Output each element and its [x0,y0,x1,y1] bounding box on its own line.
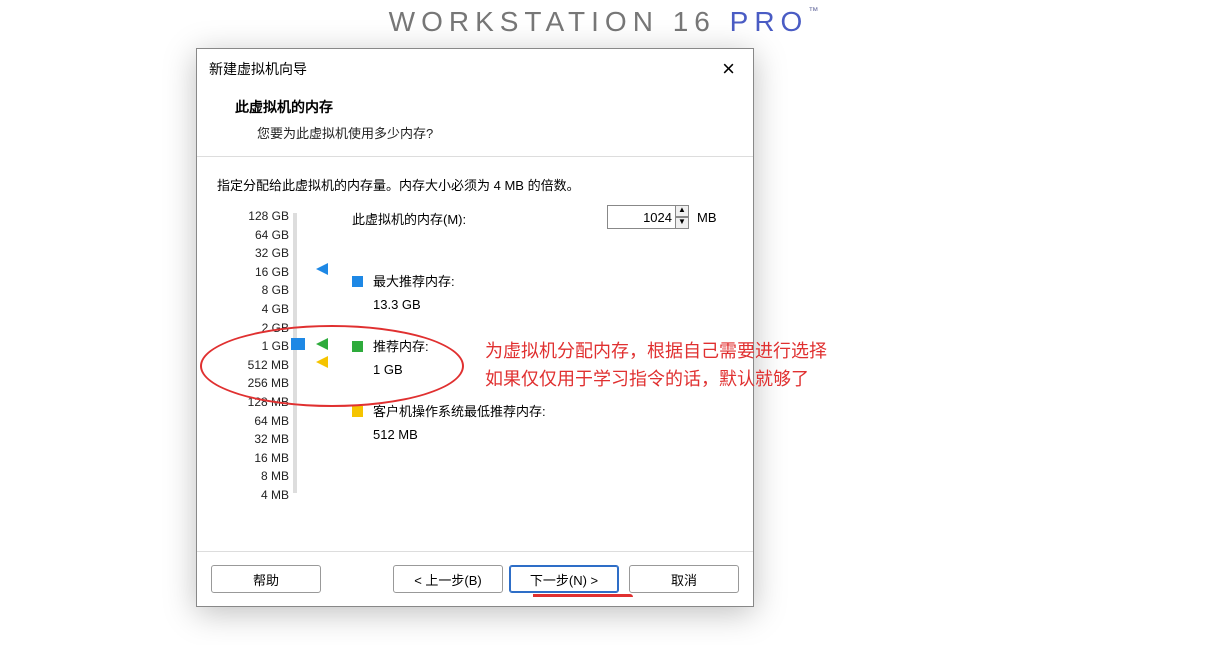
brand-title: WORKSTATION 16 PRO™ [0,6,1207,38]
annotation-underline [533,594,633,597]
help-button[interactable]: 帮助 [211,565,321,593]
scale-label: 4 MB [209,488,289,507]
slider-handle[interactable] [291,338,305,350]
scale-label: 4 GB [209,302,289,321]
memory-spinner[interactable]: ▲▼ [675,205,689,229]
memory-scale: 128 GB 64 GB 32 GB 16 GB 8 GB 4 GB 2 GB … [209,209,289,507]
scale-label: 8 GB [209,283,289,302]
scale-label: 32 GB [209,246,289,265]
scale-label: 8 MB [209,469,289,488]
recommended-memory-marker [316,338,328,350]
memory-label: 此虚拟机的内存(M): [352,209,466,228]
square-blue-icon [352,276,363,287]
wizard-dialog: 新建虚拟机向导 × 此虚拟机的内存 您要为此虚拟机使用多少内存? 指定分配给此虚… [196,48,754,607]
max-memory-marker [316,263,328,275]
rec-memory-label: 推荐内存: [373,338,429,356]
scale-label: 16 MB [209,451,289,470]
scale-label: 32 MB [209,432,289,451]
dialog-title: 新建虚拟机向导 [209,59,307,79]
memory-unit: MB [697,210,717,225]
scale-label: 64 MB [209,414,289,433]
dialog-heading: 此虚拟机的内存 [235,97,733,117]
scale-label: 16 GB [209,265,289,284]
scale-label: 128 GB [209,209,289,228]
memory-slider-track[interactable] [293,213,297,493]
annotation-text: 为虚拟机分配内存，根据自己需要进行选择 如果仅仅用于学习指令的话，默认就够了 [485,337,827,393]
scale-label: 64 GB [209,228,289,247]
scale-label: 256 MB [209,376,289,395]
scale-label: 512 MB [209,358,289,377]
square-yellow-icon [352,406,363,417]
instruction-text: 指定分配给此虚拟机的内存量。内存大小必须为 4 MB 的倍数。 [217,175,733,194]
scale-label: 128 MB [209,395,289,414]
max-memory-label: 最大推荐内存: [373,273,455,291]
scale-label: 1 GB [209,339,289,358]
back-button[interactable]: < 上一步(B) [393,565,503,593]
min-memory-value: 512 MB [373,427,546,442]
max-memory-value: 13.3 GB [373,297,546,312]
close-icon[interactable]: × [716,49,741,89]
cancel-button[interactable]: 取消 [629,565,739,593]
scale-label: 2 GB [209,321,289,340]
next-button[interactable]: 下一步(N) > [509,565,619,593]
square-green-icon [352,341,363,352]
min-memory-marker [316,356,328,368]
dialog-subheading: 您要为此虚拟机使用多少内存? [257,123,733,142]
min-memory-label: 客户机操作系统最低推荐内存: [373,403,546,421]
